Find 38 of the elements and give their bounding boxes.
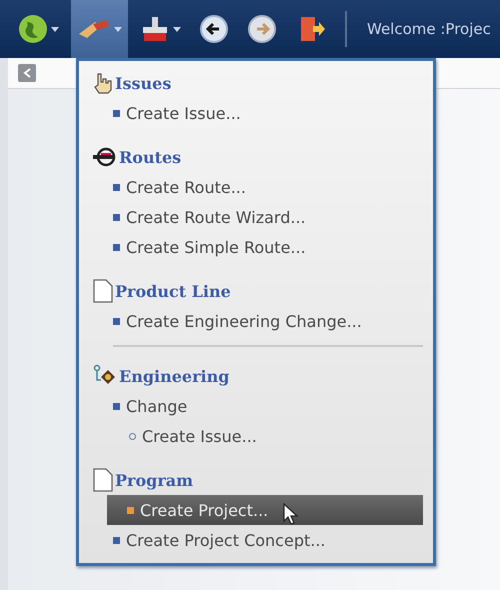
bullet-icon xyxy=(113,110,120,116)
bullet-icon xyxy=(113,214,120,220)
back-icon xyxy=(199,14,229,44)
section-title: Program xyxy=(115,470,194,490)
section-title: Routes xyxy=(119,148,182,166)
section-title: Product Line xyxy=(115,282,231,300)
bullet-icon xyxy=(129,432,136,440)
bullet-icon xyxy=(113,244,120,250)
menu-item[interactable]: Create Simple Route... xyxy=(93,232,423,262)
section-title: Issues xyxy=(115,74,172,92)
section-title: Engineering xyxy=(119,366,230,386)
hand-icon xyxy=(93,72,113,94)
forward-icon xyxy=(247,14,277,44)
menu-item[interactable]: Create Project Concept... xyxy=(93,525,423,555)
welcome-text: Welcome :Projec xyxy=(367,20,491,38)
bullet-icon xyxy=(127,506,134,514)
collapse-button[interactable] xyxy=(18,64,36,82)
bullet-icon xyxy=(113,184,120,190)
menu-item[interactable]: Create Route... xyxy=(93,172,423,202)
menu-item[interactable]: Create Route Wizard... xyxy=(93,202,423,232)
menu-item[interactable]: Change xyxy=(93,391,423,421)
caret-icon xyxy=(114,26,122,32)
caret-icon xyxy=(51,26,59,32)
menu-item[interactable]: Create Project... xyxy=(107,495,423,525)
document-icon xyxy=(93,279,113,303)
bullet-icon xyxy=(113,318,120,324)
bullet-icon xyxy=(113,402,120,410)
menu-item[interactable]: Create Issue... xyxy=(93,421,423,451)
menu-item[interactable]: Create Issue... xyxy=(93,98,423,128)
toolbox-icon xyxy=(140,14,170,44)
globe-icon xyxy=(18,14,48,44)
caret-icon xyxy=(173,26,181,32)
bullet-icon xyxy=(113,536,120,544)
mouse-cursor-icon xyxy=(283,503,299,525)
document-icon xyxy=(93,468,113,492)
globe-arrow-icon xyxy=(93,146,117,168)
chevron-left-icon xyxy=(23,68,31,78)
menu-item[interactable]: Create Engineering Change... xyxy=(93,306,423,336)
